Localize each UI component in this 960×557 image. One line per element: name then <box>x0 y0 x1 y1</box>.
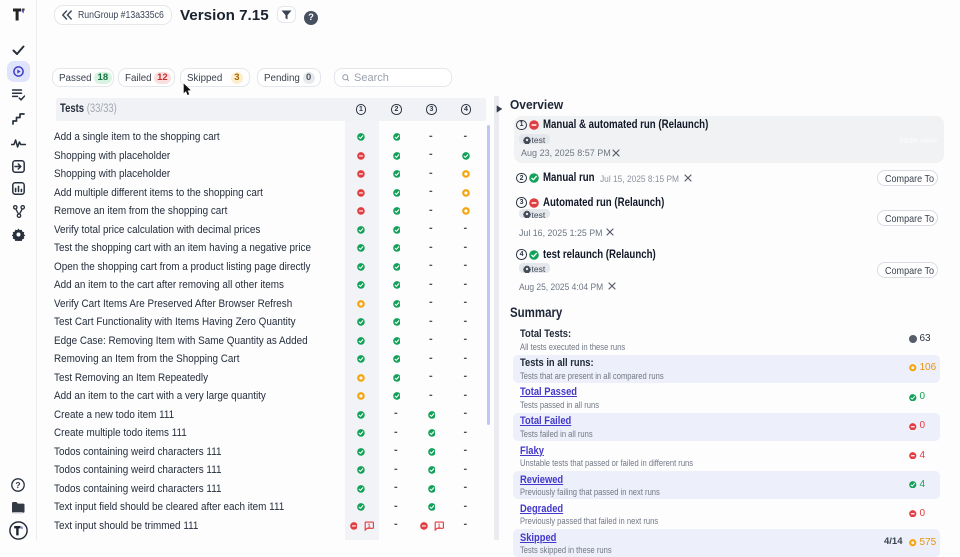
svg-text:1: 1 <box>437 523 440 529</box>
svg-text:?: ? <box>15 480 20 490</box>
svg-text:1: 1 <box>367 523 370 529</box>
